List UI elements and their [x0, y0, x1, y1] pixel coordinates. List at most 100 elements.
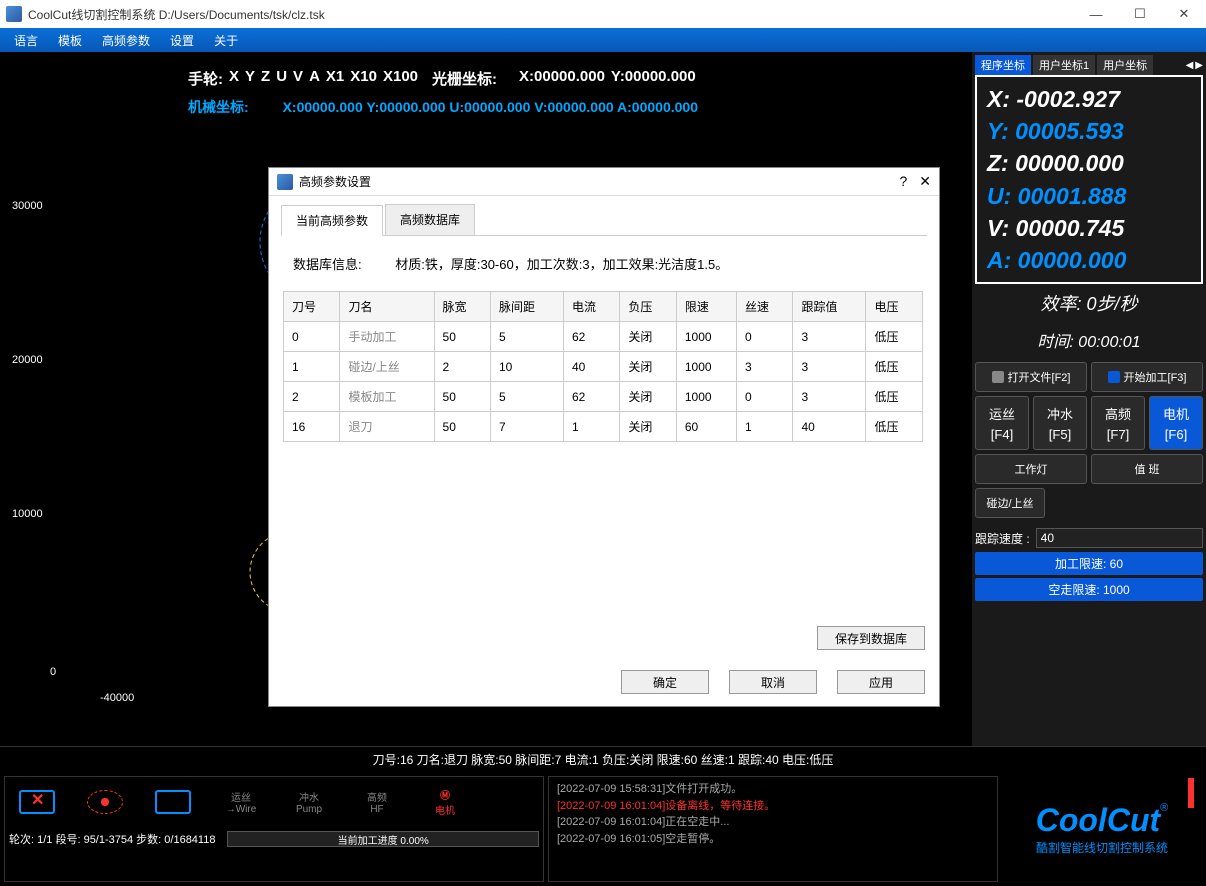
table-cell: 1000 [676, 322, 736, 352]
dialog-close-icon[interactable]: ✕ [919, 173, 931, 190]
tab-current-params[interactable]: 当前高频参数 [281, 205, 383, 236]
logo-panel: CoolCut® 酷割智能线切割控制系统 [1002, 776, 1202, 882]
pump-toggle-icon[interactable]: 冲水Pump [285, 787, 333, 817]
logo-subtitle: 酷割智能线切割控制系统 [1036, 839, 1168, 856]
table-row[interactable]: 2模板加工50562关闭100003低压 [284, 382, 923, 412]
track-speed-input[interactable] [1036, 528, 1203, 548]
table-header: 限速 [676, 292, 736, 322]
menu-about[interactable]: 关于 [204, 32, 248, 49]
ytick-30000: 30000 [12, 200, 43, 212]
minimize-button[interactable]: ― [1074, 0, 1118, 28]
idle-limit-button[interactable]: 空走限速: 1000 [975, 578, 1203, 601]
tab-user-coord1[interactable]: 用户坐标1 [1033, 55, 1095, 75]
close-button[interactable]: ✕ [1162, 0, 1206, 28]
table-header: 跟踪值 [793, 292, 866, 322]
table-cell: 关闭 [620, 352, 676, 382]
table-cell: 3 [793, 382, 866, 412]
maximize-button[interactable]: ☐ [1118, 0, 1162, 28]
tab-program-coord[interactable]: 程序坐标 [975, 55, 1031, 75]
coord-panel: X: -0002.927 Y: 00005.593 Z: 00000.000 U… [975, 75, 1203, 284]
light-button[interactable]: 工作灯 [975, 454, 1087, 484]
ytick-20000: 20000 [12, 354, 43, 366]
duty-button[interactable]: 值 班 [1091, 454, 1203, 484]
window-title: CoolCut线切割控制系统 D:/Users/Documents/tsk/cl… [28, 6, 325, 23]
table-cell: 关闭 [620, 382, 676, 412]
menu-language[interactable]: 语言 [4, 32, 48, 49]
table-cell: 低压 [866, 382, 923, 412]
table-cell: 低压 [866, 352, 923, 382]
axis-u[interactable]: U [276, 68, 287, 89]
table-cell: 16 [284, 412, 340, 442]
table-row[interactable]: 1碰边/上丝21040关闭100033低压 [284, 352, 923, 382]
motor-button[interactable]: 电机[F6] [1149, 396, 1203, 450]
ytick-10000: 10000 [12, 508, 43, 520]
table-cell: 5 [490, 382, 563, 412]
axis-v[interactable]: V [293, 68, 303, 89]
table-row[interactable]: 16退刀5071关闭60140低压 [284, 412, 923, 442]
hf-params-dialog: 高频参数设置 ?✕ 当前高频参数 高频数据库 数据库信息: 材质:铁，厚度:30… [268, 167, 940, 707]
table-cell: 低压 [866, 322, 923, 352]
logo-r: ® [1160, 802, 1168, 814]
hf-button[interactable]: 高频[F7] [1091, 396, 1145, 450]
table-cell: 3 [793, 352, 866, 382]
start-button[interactable]: 开始加工[F3] [1091, 362, 1203, 392]
app-icon [6, 6, 22, 22]
wire-status-icon[interactable] [81, 787, 129, 817]
axis-x10[interactable]: X10 [350, 68, 377, 89]
apply-button[interactable]: 应用 [837, 670, 925, 694]
coord-u: U: 00001.888 [987, 180, 1191, 212]
hf-toggle-icon[interactable]: 高频HF [353, 787, 401, 817]
table-cell: 3 [793, 322, 866, 352]
track-speed-label: 跟踪速度 : [975, 530, 1030, 547]
table-cell: 40 [793, 412, 866, 442]
axis-y[interactable]: Y [245, 68, 255, 89]
axis-x1[interactable]: X1 [326, 68, 344, 89]
tab-user-coord2[interactable]: 用户坐标 [1097, 55, 1153, 75]
axis-z[interactable]: Z [261, 68, 270, 89]
log-line: [2022-07-09 16:01:05]空走暂停。 [557, 831, 989, 848]
wire-button[interactable]: 运丝[F4] [975, 396, 1029, 450]
tab-right-icon[interactable]: ▶ [1195, 60, 1203, 71]
menu-template[interactable]: 模板 [48, 32, 92, 49]
coord-v: V: 00000.745 [987, 212, 1191, 244]
open-file-button[interactable]: 打开文件[F2] [975, 362, 1087, 392]
table-header: 刀名 [340, 292, 434, 322]
axis-x100[interactable]: X100 [383, 68, 418, 89]
pump-button[interactable]: 冲水[F5] [1033, 396, 1087, 450]
table-cell: 50 [434, 322, 490, 352]
table-header: 电流 [563, 292, 619, 322]
motor-toggle-icon[interactable]: Ⓜ电机 [421, 787, 469, 817]
cancel-button[interactable]: 取消 [729, 670, 817, 694]
menu-settings[interactable]: 设置 [160, 32, 204, 49]
save-db-button[interactable]: 保存到数据库 [817, 626, 925, 650]
table-cell: 关闭 [620, 322, 676, 352]
monitor-icon[interactable]: ✕ [13, 787, 61, 817]
tool-strip: ✕ 运丝→Wire 冲水Pump 高频HF Ⓜ电机 轮次: 1/1 段号: 95… [4, 776, 544, 882]
folder-icon [992, 371, 1004, 383]
table-cell: 10 [490, 352, 563, 382]
table-cell: 62 [563, 382, 619, 412]
params-table: 刀号刀名脉宽脉间距电流负压限速丝速跟踪值电压 0手动加工50562关闭10000… [283, 291, 923, 442]
wire-toggle-icon[interactable]: 运丝→Wire [217, 787, 265, 817]
process-limit-button[interactable]: 加工限速: 60 [975, 552, 1203, 575]
display-icon[interactable] [149, 787, 197, 817]
time-display: 时间: 00:00:01 [975, 322, 1203, 358]
table-cell: 模板加工 [340, 382, 434, 412]
edge-button[interactable]: 碰边/上丝 [975, 488, 1045, 518]
table-row[interactable]: 0手动加工50562关闭100003低压 [284, 322, 923, 352]
tab-hf-database[interactable]: 高频数据库 [385, 204, 475, 235]
coord-tabs: 程序坐标 用户坐标1 用户坐标 ◀▶ [975, 55, 1203, 75]
play-icon [1108, 371, 1120, 383]
menu-hf-params[interactable]: 高频参数 [92, 32, 160, 49]
axis-x[interactable]: X [229, 68, 239, 89]
indicator-icon [1188, 778, 1194, 808]
table-cell: 低压 [866, 412, 923, 442]
table-cell: 3 [737, 352, 793, 382]
ok-button[interactable]: 确定 [621, 670, 709, 694]
table-header: 刀号 [284, 292, 340, 322]
table-cell: 关闭 [620, 412, 676, 442]
table-cell: 碰边/上丝 [340, 352, 434, 382]
tab-left-icon[interactable]: ◀ [1186, 60, 1194, 71]
axis-a[interactable]: A [309, 68, 320, 89]
dialog-help-icon[interactable]: ? [899, 173, 907, 190]
